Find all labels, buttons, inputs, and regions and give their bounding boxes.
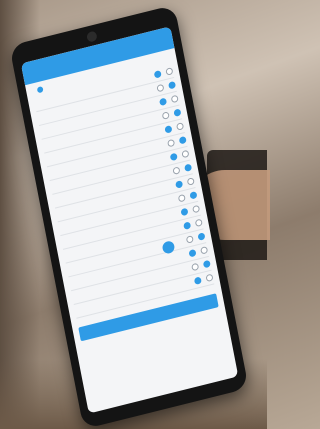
- radio-yes[interactable]: [180, 207, 189, 217]
- radio-yes[interactable]: [172, 166, 181, 175]
- radio-no[interactable]: [173, 108, 182, 117]
- radio-no[interactable]: [165, 67, 174, 76]
- radio-yes[interactable]: [169, 152, 178, 162]
- radio-no[interactable]: [178, 135, 187, 145]
- radio-yes[interactable]: [167, 138, 176, 148]
- info-icon[interactable]: [36, 86, 44, 94]
- radio-no[interactable]: [192, 204, 201, 214]
- radio-no[interactable]: [184, 163, 193, 173]
- radio-no[interactable]: [200, 246, 209, 255]
- radio-no[interactable]: [197, 232, 206, 241]
- radio-no[interactable]: [181, 149, 190, 159]
- radio-no[interactable]: [194, 218, 203, 228]
- radio-yes[interactable]: [164, 125, 173, 134]
- radio-no[interactable]: [176, 122, 185, 131]
- radio-yes[interactable]: [156, 83, 165, 93]
- radio-no[interactable]: [202, 259, 211, 269]
- radio-yes[interactable]: [191, 262, 200, 272]
- radio-no[interactable]: [170, 94, 179, 104]
- radio-no[interactable]: [167, 80, 177, 90]
- radio-no[interactable]: [189, 190, 198, 200]
- radio-yes[interactable]: [153, 70, 162, 79]
- radio-no[interactable]: [186, 177, 195, 186]
- radio-yes[interactable]: [193, 276, 202, 286]
- radio-yes[interactable]: [185, 235, 194, 244]
- radio-yes[interactable]: [188, 248, 197, 258]
- radio-yes[interactable]: [177, 193, 186, 203]
- phone-screen: [20, 26, 239, 414]
- radio-yes[interactable]: [161, 111, 170, 120]
- radio-no[interactable]: [205, 273, 214, 283]
- radio-yes[interactable]: [183, 221, 192, 230]
- radio-yes[interactable]: [159, 97, 168, 107]
- radio-yes[interactable]: [175, 180, 184, 189]
